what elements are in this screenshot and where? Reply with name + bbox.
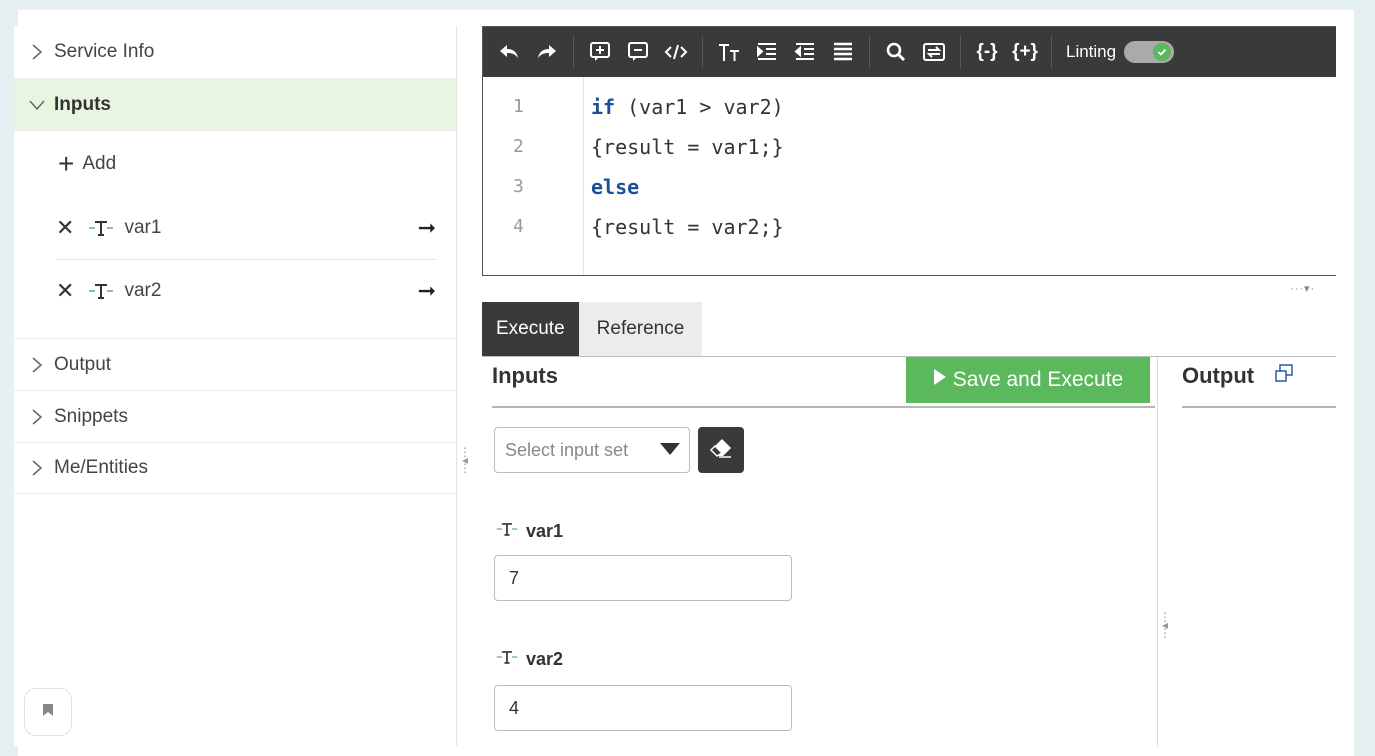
line-number: 4 xyxy=(513,216,524,237)
text-type-icon xyxy=(496,521,518,542)
linting-label: Linting xyxy=(1066,42,1117,61)
input-variable-row: ✕ var1 ➞ xyxy=(56,197,436,259)
redo-icon[interactable] xyxy=(535,40,559,64)
section-snippets[interactable]: Snippets xyxy=(14,390,456,442)
caret-down-icon xyxy=(659,440,681,461)
left-panel: Service Info Inputs + Add ✕ var1 ➞ ✕ var… xyxy=(14,26,457,746)
save-and-execute-label: Save and Execute xyxy=(952,368,1124,391)
save-and-execute-button[interactable]: Save and Execute xyxy=(906,357,1150,403)
arrow-right-icon[interactable]: ➞ xyxy=(418,278,436,304)
add-input-button[interactable]: + Add xyxy=(14,131,436,197)
text-type-icon xyxy=(496,649,518,670)
output-panel-splitter[interactable]: ⋮ ◂ ⋮ xyxy=(1159,590,1171,660)
left-panel-splitter[interactable]: ⋮ ◂ ⋮ xyxy=(459,420,471,500)
section-service-info[interactable]: Service Info xyxy=(14,26,456,78)
outdent-icon[interactable] xyxy=(793,40,817,64)
indent-icon[interactable] xyxy=(755,40,779,64)
comment-add-icon[interactable] xyxy=(588,40,612,64)
remove-variable-icon[interactable]: ✕ xyxy=(56,215,74,241)
code-area[interactable]: 1 if (var1 > var2) 2 {result = var1;} 3 … xyxy=(483,77,1336,275)
editor-toolbar: {-} {+} Linting xyxy=(483,27,1336,77)
text-type-icon xyxy=(88,282,114,300)
remove-variable-icon[interactable]: ✕ xyxy=(56,278,74,304)
execute-inputs-panel: Inputs Save and Execute Select input set… xyxy=(482,357,1157,746)
inputs-section-body: + Add ✕ var1 ➞ ✕ var2 ➞ xyxy=(14,130,456,338)
code-keyword: if xyxy=(591,95,616,119)
section-label: Inputs xyxy=(54,93,111,115)
var2-input[interactable] xyxy=(494,685,792,731)
section-me-entities[interactable]: Me/Entities xyxy=(14,442,456,494)
external-window-icon[interactable] xyxy=(1274,363,1294,389)
check-icon xyxy=(1153,43,1172,61)
section-label: Service Info xyxy=(54,41,155,62)
input-variable-row: ✕ var2 ➞ xyxy=(56,259,436,322)
undo-icon[interactable] xyxy=(497,40,521,64)
comment-remove-icon[interactable] xyxy=(626,40,650,64)
arrow-right-icon[interactable]: ➞ xyxy=(418,215,436,241)
tab-execute[interactable]: Execute xyxy=(482,302,579,356)
var1-input[interactable] xyxy=(494,555,792,601)
align-justify-icon[interactable] xyxy=(831,40,855,64)
text-type-icon xyxy=(88,219,114,237)
chevron-right-icon xyxy=(26,459,48,477)
variable-name: var1 xyxy=(124,217,162,238)
code-text: {result = var2;} xyxy=(591,215,784,239)
braces-collapse-icon[interactable]: {-} xyxy=(975,40,999,64)
font-size-icon[interactable] xyxy=(717,40,741,64)
code-icon[interactable] xyxy=(664,40,688,64)
search-icon[interactable] xyxy=(884,40,908,64)
code-text: (var1 > var2) xyxy=(615,95,784,119)
play-icon xyxy=(933,368,947,392)
output-panel: Output xyxy=(1182,357,1336,746)
field-label-var1: var1 xyxy=(496,521,563,542)
add-label: Add xyxy=(82,153,117,174)
input-set-select[interactable]: Select input set xyxy=(494,427,690,473)
editor-resize-handle[interactable]: ···▾· xyxy=(1290,282,1371,295)
tab-reference[interactable]: Reference xyxy=(578,302,703,356)
output-title: Output xyxy=(1182,363,1255,388)
chevron-right-icon xyxy=(26,43,48,61)
clear-inputs-button[interactable] xyxy=(698,427,744,473)
section-label: Output xyxy=(54,353,112,375)
section-label: Snippets xyxy=(54,405,128,427)
bottom-tabs: Execute Reference xyxy=(482,302,703,356)
section-inputs[interactable]: Inputs xyxy=(14,78,456,130)
line-number: 1 xyxy=(513,96,524,117)
code-editor: {-} {+} Linting 1 if (var1 > var2) 2 {re… xyxy=(482,26,1336,276)
plus-icon: + xyxy=(58,148,75,179)
chevron-right-icon xyxy=(26,356,48,374)
field-label-var2: var2 xyxy=(496,649,563,670)
chevron-down-icon xyxy=(26,99,48,111)
bookmark-button[interactable] xyxy=(24,688,72,736)
section-label: Me/Entities xyxy=(54,457,148,478)
bookmark-icon xyxy=(42,703,54,722)
linting-toggle[interactable] xyxy=(1124,41,1175,63)
replace-icon[interactable] xyxy=(922,40,946,64)
section-output[interactable]: Output xyxy=(14,338,456,390)
code-keyword: else xyxy=(591,175,640,199)
line-number: 3 xyxy=(513,176,524,197)
line-number: 2 xyxy=(513,136,524,157)
eraser-icon xyxy=(709,437,733,464)
braces-expand-icon[interactable]: {+} xyxy=(1012,40,1038,64)
inputs-title: Inputs xyxy=(492,363,558,388)
select-placeholder: Select input set xyxy=(505,439,629,460)
code-text: {result = var1;} xyxy=(591,135,784,159)
variable-name: var2 xyxy=(124,280,162,301)
chevron-right-icon xyxy=(26,408,48,426)
